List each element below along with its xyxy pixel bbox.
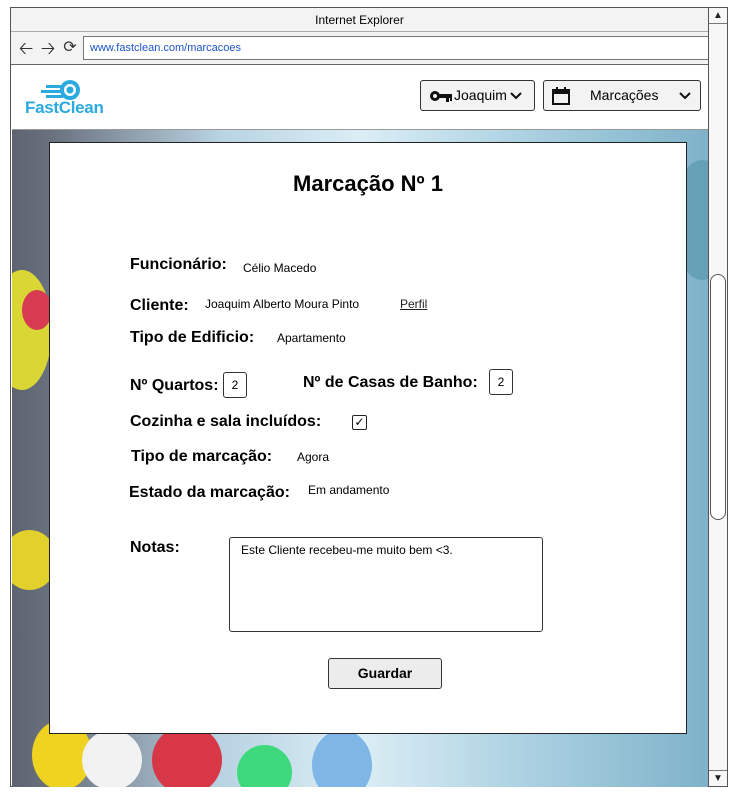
booking-type-value: Agora [297, 450, 330, 464]
client-label: Cliente: [130, 297, 189, 314]
bookings-menu-button[interactable]: Marcações [543, 80, 701, 111]
calendar-icon [552, 87, 570, 105]
user-name: Joaquim [454, 87, 507, 103]
kitchen-included-checkbox[interactable]: ✓ [352, 415, 367, 430]
building-type-value: Apartamento [277, 331, 346, 345]
client-value: Joaquim Alberto Moura Pinto [205, 297, 360, 311]
booking-status-label: Estado da marcação: [129, 484, 290, 501]
booking-type-label: Tipo de marcação: [131, 448, 273, 465]
building-type-label: Tipo de Edificio: [130, 329, 255, 346]
employee-value: Célio Macedo [243, 261, 317, 275]
scroll-up-icon[interactable]: ▲ [709, 8, 727, 24]
forward-arrow-icon[interactable]: 🡢 [39, 38, 57, 58]
logo-text: FastClean [25, 98, 104, 117]
bathrooms-label: Nº de Casas de Banho: [303, 374, 478, 391]
notes-textarea[interactable]: Este Cliente recebeu-me muito bem <3. [229, 537, 543, 632]
fastclean-logo[interactable]: FastClean [24, 75, 114, 123]
user-menu-button[interactable]: Joaquim [420, 80, 535, 111]
booking-card: Marcação Nº 1 Funcionário: Célio Macedo … [49, 142, 687, 734]
key-icon [430, 91, 452, 102]
chevron-down-icon [510, 92, 522, 100]
notes-label: Notas: [130, 539, 180, 556]
bathrooms-field[interactable]: 2 [489, 369, 513, 395]
site-header: FastClean Joaquim Marcações [12, 66, 709, 130]
scrollbar[interactable]: ▲ ▼ [708, 7, 728, 787]
refresh-icon[interactable]: ⟳ [61, 38, 79, 58]
back-arrow-icon[interactable]: 🡠 [17, 38, 35, 58]
employee-label: Funcionário: [130, 256, 227, 273]
bookings-menu-label: Marcações [590, 87, 659, 103]
profile-link[interactable]: Perfil [400, 297, 427, 311]
scroll-down-icon[interactable]: ▼ [709, 770, 727, 786]
rooms-field[interactable]: 2 [223, 372, 247, 398]
window-title: Internet Explorer [11, 8, 708, 32]
chevron-down-icon [679, 92, 691, 100]
rooms-label: Nº Quartos: [130, 377, 219, 394]
kitchen-included-label: Cozinha e sala incluídos: [130, 413, 322, 430]
browser-navbar: 🡠 🡢 ⟳ www.fastclean.com/marcacoes [11, 32, 709, 65]
booking-status-value: Em andamento [308, 483, 390, 497]
scroll-thumb[interactable] [710, 274, 726, 520]
page-title: Marcação Nº 1 [293, 171, 443, 196]
address-bar[interactable]: www.fastclean.com/marcacoes [83, 36, 709, 60]
save-button[interactable]: Guardar [328, 658, 442, 689]
